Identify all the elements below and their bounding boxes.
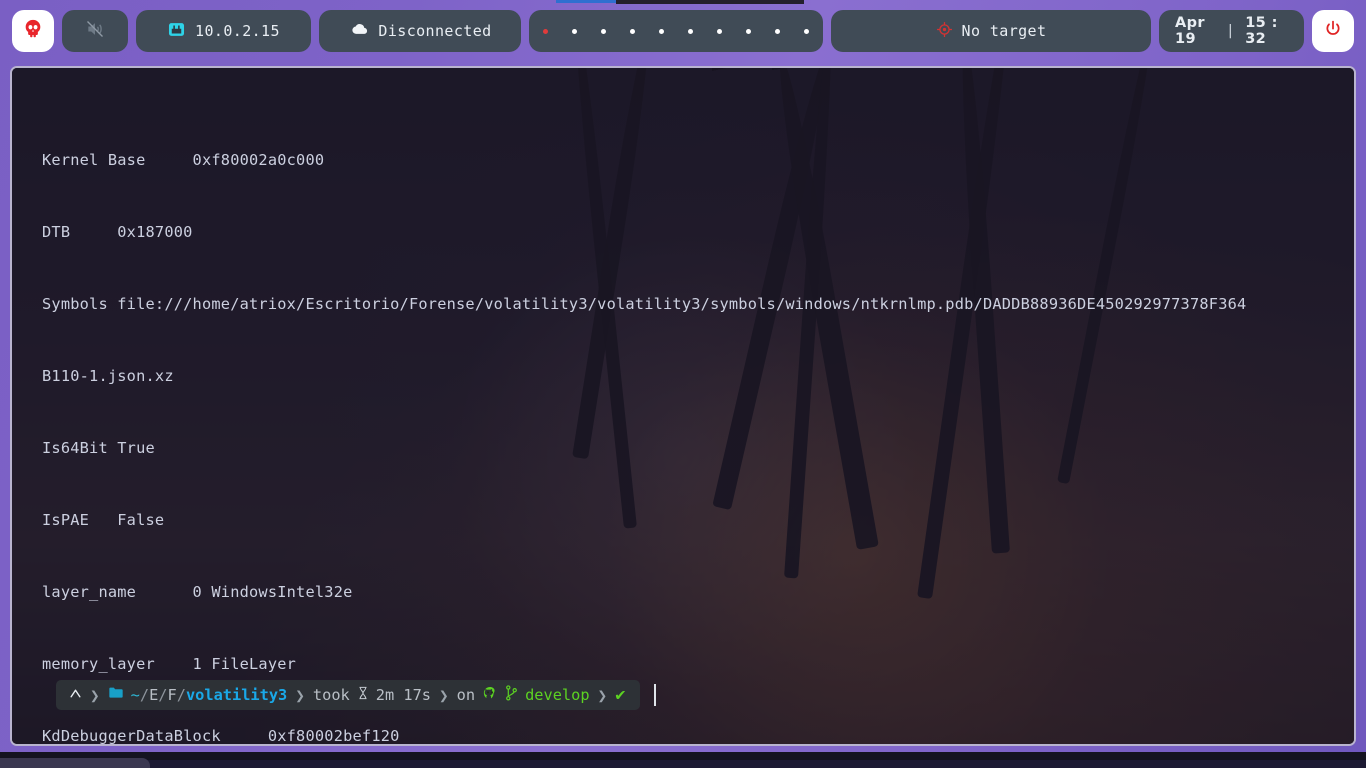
- dock-edge-nub: [0, 758, 150, 768]
- workspace-dot-9[interactable]: [775, 28, 780, 34]
- launcher-button[interactable]: [12, 10, 54, 52]
- prompt-git-segment: on develop: [450, 685, 597, 705]
- terminal-line: Is64Bit True: [42, 439, 155, 457]
- path-leaf: volatility3: [185, 686, 288, 704]
- terminal-line: Symbols file:///home/atriox/Escritorio/F…: [42, 295, 1247, 313]
- prompt-path-segment: ~/E/F/volatility3: [101, 686, 295, 704]
- on-label: on: [456, 686, 476, 704]
- dock-edge-inner: [0, 760, 1366, 768]
- terminal-line: IsPAE False: [42, 511, 165, 529]
- terminal-line: Kernel Base 0xf80002a0c000: [42, 151, 325, 169]
- volume-button[interactable]: [62, 10, 128, 52]
- workspace-dot-1[interactable]: [543, 28, 548, 34]
- terminal-line: DTB 0x187000: [42, 223, 193, 241]
- github-icon: [482, 685, 498, 705]
- terminal-line: layer_name 0 WindowsIntel32e: [42, 583, 353, 601]
- workspace-dot-2[interactable]: [572, 28, 577, 34]
- clock-time: 15 : 32: [1245, 15, 1278, 47]
- terminal-line: B110-1.json.xz: [42, 367, 174, 385]
- power-button[interactable]: [1312, 10, 1354, 52]
- workspace-dot-7[interactable]: [717, 28, 722, 34]
- path-part-2: F: [167, 686, 177, 704]
- skull-icon: [22, 18, 44, 44]
- dock-edge: [0, 752, 1366, 768]
- workspace-dot-8[interactable]: [746, 28, 751, 34]
- folder-icon: [108, 686, 124, 704]
- prompt-separator: ❯: [295, 685, 305, 705]
- network-ip-label: 10.0.2.15: [195, 22, 280, 40]
- path-sep: /: [158, 686, 168, 704]
- prompt-separator: ❯: [439, 685, 449, 705]
- terminal-cursor: [654, 684, 657, 706]
- git-branch-name: develop: [525, 686, 590, 704]
- prompt-separator: ❯: [90, 685, 100, 705]
- clock[interactable]: Apr 19 | 15 : 32: [1159, 10, 1304, 52]
- workspace-dot-6[interactable]: [688, 28, 693, 34]
- target-label: No target: [961, 22, 1047, 40]
- prompt-path: ~/E/F/volatility3: [131, 686, 288, 704]
- git-branch-icon: [505, 685, 518, 705]
- workspace-dot-3[interactable]: [601, 28, 606, 34]
- prompt-exit-status-segment: ✔: [608, 685, 632, 705]
- terminal-line: KdDebuggerDataBlock 0xf80002bef120: [42, 727, 400, 745]
- cloud-icon: [348, 19, 369, 44]
- prompt-duration-segment: took 2m 17s: [306, 686, 438, 704]
- vpn-status[interactable]: Disconnected: [319, 10, 521, 52]
- vpn-status-label: Disconnected: [378, 22, 492, 40]
- workspace-dot-5[interactable]: [659, 28, 664, 34]
- terminal-output[interactable]: Kernel Base 0xf80002a0c000 DTB 0x187000 …: [12, 68, 1354, 744]
- shell-prompt[interactable]: ❯ ~/E/F/volatility3 ❯ took 2m 17s ❯ on d…: [56, 680, 657, 710]
- crosshair-icon: [936, 21, 953, 42]
- power-icon: [1323, 19, 1343, 43]
- workspace-dot-list: [543, 28, 809, 34]
- workspace-switcher[interactable]: [529, 10, 823, 52]
- path-sep: /: [139, 686, 150, 704]
- network-status[interactable]: 10.0.2.15: [136, 10, 311, 52]
- path-part-1: E: [149, 686, 159, 704]
- prompt-status-segment: [62, 686, 89, 704]
- took-label: took: [312, 686, 350, 704]
- clock-separator: |: [1227, 23, 1234, 39]
- caret-up-icon: [69, 686, 82, 704]
- ethernet-icon: [167, 20, 186, 43]
- clock-date: Apr 19: [1175, 15, 1205, 47]
- top-panel: 10.0.2.15 Disconnected No target Apr 19 …: [0, 0, 1366, 62]
- prompt-segments: ❯ ~/E/F/volatility3 ❯ took 2m 17s ❯ on d…: [56, 680, 641, 710]
- workspace-dot-4[interactable]: [630, 28, 635, 34]
- target-status[interactable]: No target: [831, 10, 1151, 52]
- check-icon: ✔: [615, 685, 626, 705]
- took-value: 2m 17s: [375, 686, 432, 704]
- path-home: ~: [130, 686, 140, 704]
- terminal-window[interactable]: Kernel Base 0xf80002a0c000 DTB 0x187000 …: [10, 66, 1356, 746]
- terminal-line: memory_layer 1 FileLayer: [42, 655, 297, 673]
- volume-muted-icon: [85, 19, 105, 43]
- prompt-separator: ❯: [597, 685, 608, 705]
- hourglass-icon: [357, 686, 369, 704]
- path-sep: /: [176, 686, 186, 704]
- workspace-dot-10[interactable]: [804, 28, 809, 34]
